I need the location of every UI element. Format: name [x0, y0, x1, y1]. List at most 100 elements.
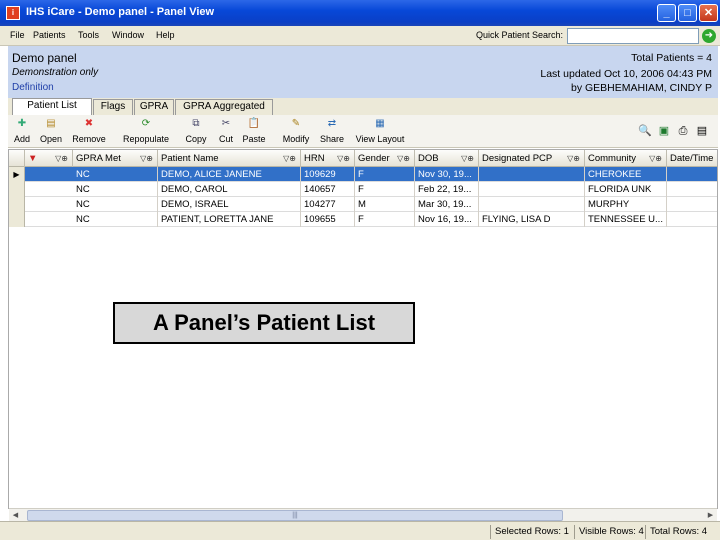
share-button[interactable]: ⇄ Share	[318, 117, 346, 144]
filter-icon[interactable]: ▽⊕	[461, 150, 474, 167]
cell-date-time	[667, 212, 717, 227]
cell-hrn: 104277	[301, 197, 355, 212]
copy-button[interactable]: ⧉ Copy	[183, 117, 209, 144]
paste-button[interactable]: 📋 Paste	[239, 117, 269, 144]
minimize-button[interactable]: _	[657, 4, 676, 22]
cell-dob: Feb 22, 19...	[415, 182, 479, 197]
visible-rows-count: Visible Rows: 4	[574, 525, 648, 539]
column-designated-pcp[interactable]: Designated PCP ▽⊕	[479, 150, 585, 167]
row-indicator	[9, 197, 25, 212]
cell-community: CHEROKEE	[585, 167, 667, 182]
column-patient-name[interactable]: Patient Name ▽⊕	[158, 150, 301, 167]
grid-header: ▼ ▽⊕ GPRA Met ▽⊕ Patient Name ▽⊕ HRN ▽⊕ …	[9, 150, 717, 167]
cell-dob: Nov 16, 19...	[415, 212, 479, 227]
toolbar: ✚ Add ▤ Open ✖ Remove ⟳ Repopulate ⧉ Cop…	[8, 115, 718, 148]
paste-icon: 📋	[247, 118, 261, 129]
modify-button[interactable]: ✎ Modify	[282, 117, 310, 144]
maximize-button[interactable]: □	[678, 4, 697, 22]
panel-name: Demo panel	[12, 51, 77, 65]
copy-icon: ⧉	[192, 118, 200, 129]
tab-gpra[interactable]: GPRA	[134, 99, 174, 115]
column-hrn[interactable]: HRN ▽⊕	[301, 150, 355, 167]
filter-icon[interactable]: ▽⊕	[55, 150, 68, 167]
cell-patient-name: PATIENT, LORETTA JANE	[158, 212, 301, 227]
modify-icon: ✎	[291, 118, 301, 129]
cell-gpra-met: NC	[73, 167, 158, 182]
remove-button[interactable]: ✖ Remove	[70, 117, 108, 144]
table-row[interactable]: ▶ NC DEMO, ALICE JANENE 109629 F Nov 30,…	[9, 167, 717, 182]
menu-help[interactable]: Help	[156, 30, 175, 40]
find-icon[interactable]: 🔍	[638, 125, 652, 138]
table-row[interactable]: NC PATIENT, LORETTA JANE 109655 F Nov 16…	[9, 212, 717, 227]
quick-search-label: Quick Patient Search:	[476, 30, 564, 40]
tab-patient-list[interactable]: Patient List	[12, 98, 92, 115]
filter-icon[interactable]: ▽⊕	[337, 150, 350, 167]
menu-bar: File Patients Tools Window Help Quick Pa…	[0, 26, 720, 46]
status-bar: Selected Rows: 1 Visible Rows: 4 Total R…	[0, 521, 720, 540]
tab-flags[interactable]: Flags	[93, 99, 133, 115]
menu-patients[interactable]: Patients	[33, 30, 66, 40]
go-arrow-icon[interactable]: ➜	[702, 29, 716, 43]
cell-hrn: 140657	[301, 182, 355, 197]
view-layout-icon: ▦	[375, 118, 385, 129]
repopulate-icon: ⟳	[141, 118, 151, 129]
cell-date-time	[667, 182, 717, 197]
column-gpra-met[interactable]: GPRA Met ▽⊕	[73, 150, 158, 167]
open-icon: ▤	[46, 118, 56, 129]
print-preview-icon[interactable]: ▤	[695, 125, 709, 138]
horizontal-scrollbar[interactable]: ◀ ||| ▶	[9, 508, 717, 521]
column-gender[interactable]: Gender ▽⊕	[355, 150, 415, 167]
menu-tools[interactable]: Tools	[78, 30, 99, 40]
cell-gender: F	[355, 182, 415, 197]
definition-link[interactable]: Definition	[12, 82, 54, 93]
cell-gender: F	[355, 167, 415, 182]
open-button[interactable]: ▤ Open	[38, 117, 64, 144]
filter-icon[interactable]: ▽⊕	[397, 150, 410, 167]
updated-by: by GEBHEMAHIAM, CINDY P	[570, 82, 712, 94]
filter-icon[interactable]: ▽⊕	[283, 150, 296, 167]
cell-dob: Nov 30, 19...	[415, 167, 479, 182]
tab-strip: Patient List Flags GPRA GPRA Aggregated	[8, 98, 718, 115]
menu-window[interactable]: Window	[112, 30, 144, 40]
column-date-time[interactable]: Date/Time	[667, 150, 717, 167]
title-bar[interactable]: i IHS iCare - Demo panel - Panel View _ …	[0, 0, 720, 26]
tab-gpra-aggregated[interactable]: GPRA Aggregated	[175, 99, 273, 115]
row-indicator	[9, 182, 25, 197]
row-indicator	[9, 212, 25, 227]
repopulate-button[interactable]: ⟳ Repopulate	[120, 117, 172, 144]
cell-gpra-met: NC	[73, 182, 158, 197]
scroll-thumb[interactable]: |||	[27, 510, 563, 521]
last-updated: Last updated Oct 10, 2006 04:43 PM	[540, 68, 712, 80]
close-button[interactable]: ✕	[699, 4, 718, 22]
slide-caption: A Panel’s Patient List	[113, 302, 415, 344]
filter-icon[interactable]: ▽⊕	[649, 150, 662, 167]
table-row[interactable]: NC DEMO, ISRAEL 104277 M Mar 30, 19... M…	[9, 197, 717, 212]
cell-date-time	[667, 197, 717, 212]
cell-designated-pcp: FLYING, LISA D	[479, 212, 585, 227]
column-community[interactable]: Community ▽⊕	[585, 150, 667, 167]
filter-icon[interactable]: ▽⊕	[567, 150, 580, 167]
excel-icon[interactable]: ▣	[657, 125, 671, 138]
quick-search-input[interactable]	[567, 28, 699, 44]
menu-file[interactable]: File	[10, 30, 25, 40]
add-button[interactable]: ✚ Add	[12, 117, 32, 144]
cell-patient-name: DEMO, ISRAEL	[158, 197, 301, 212]
flag-column-header[interactable]: ▼ ▽⊕	[25, 150, 73, 167]
view-layout-button[interactable]: ▦ View Layout	[352, 117, 408, 144]
cell-date-time	[667, 167, 717, 182]
cell-designated-pcp	[479, 182, 585, 197]
panel-header: Demo panel Demonstration only Definition…	[8, 46, 718, 98]
table-row[interactable]: NC DEMO, CAROL 140657 F Feb 22, 19... FL…	[9, 182, 717, 197]
cell-patient-name: DEMO, CAROL	[158, 182, 301, 197]
cell-designated-pcp	[479, 197, 585, 212]
flag-filter-icon[interactable]: ▼	[28, 153, 37, 164]
cell-gender: F	[355, 212, 415, 227]
cell-gpra-met: NC	[73, 197, 158, 212]
cut-icon: ✂	[221, 118, 231, 129]
cut-button[interactable]: ✂ Cut	[215, 117, 237, 144]
print-icon[interactable]: ⎙	[676, 125, 690, 138]
column-dob[interactable]: DOB ▽⊕	[415, 150, 479, 167]
remove-icon: ✖	[84, 118, 94, 129]
filter-icon[interactable]: ▽⊕	[140, 150, 153, 167]
cell-hrn: 109629	[301, 167, 355, 182]
